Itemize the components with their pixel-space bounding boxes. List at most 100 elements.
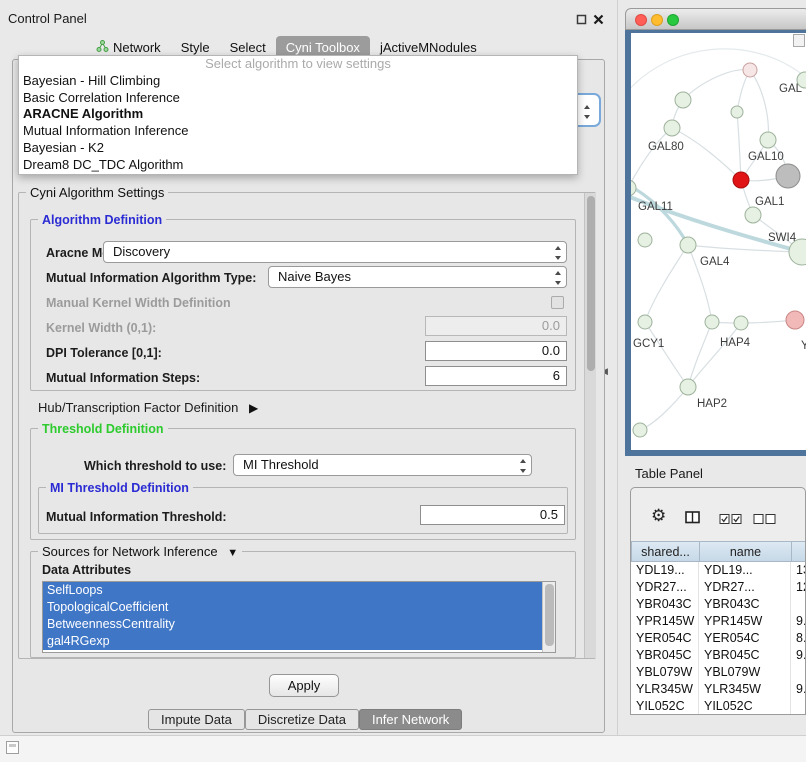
list-scrollbar[interactable] (542, 582, 555, 652)
cell[interactable]: YBR043C (631, 596, 699, 613)
close-traffic-light[interactable] (635, 14, 647, 26)
network-node-gal4[interactable] (680, 237, 696, 253)
close-icon[interactable] (593, 12, 604, 30)
cell[interactable]: YDR27... (699, 579, 791, 596)
network-scrollbar-stub[interactable] (793, 34, 805, 47)
panel-thumbnail-icon[interactable] (6, 741, 19, 754)
list-scrollbar-thumb[interactable] (545, 584, 554, 646)
network-graph[interactable]: GAL GAL80 GAL10 GAL11 GAL1 SWI4 GAL4 GCY… (631, 33, 806, 450)
table-row[interactable]: YIL052CYIL052C (631, 698, 806, 715)
network-window-titlebar[interactable] (625, 8, 806, 30)
settings-scrollbar[interactable] (584, 193, 596, 658)
tab-impute-data[interactable]: Impute Data (148, 709, 245, 730)
columns-icon[interactable] (685, 511, 701, 529)
network-node[interactable] (786, 311, 804, 329)
kernel-width-input[interactable]: 0.0 (425, 316, 567, 336)
network-node[interactable] (743, 63, 757, 77)
table-row[interactable]: YER054CYER054C8. (631, 630, 806, 647)
cell[interactable] (791, 664, 806, 681)
network-node-hap2[interactable] (680, 379, 696, 395)
minimize-traffic-light[interactable] (651, 14, 663, 26)
menu-item[interactable]: Bayesian - Hill Climbing (19, 73, 577, 90)
cell[interactable]: YBR043C (699, 596, 791, 613)
hub-tf-definition-header[interactable]: Hub/Transcription Factor Definition ▶ (38, 400, 258, 415)
cell[interactable]: YDR27... (631, 579, 699, 596)
cell[interactable]: 9. (791, 647, 806, 664)
menu-item[interactable]: Bayesian - K2 (19, 140, 577, 157)
float-window-icon[interactable] (576, 12, 587, 30)
network-node-gal1[interactable] (745, 207, 761, 223)
cell[interactable]: YPR145W (631, 613, 699, 630)
network-node[interactable] (734, 316, 748, 330)
table-row[interactable]: YLR345WYLR345W9. (631, 681, 806, 698)
cell[interactable]: YLR345W (631, 681, 699, 698)
sources-header[interactable]: Sources for Network Inference ▼ (38, 544, 242, 559)
network-node[interactable] (633, 423, 647, 437)
column-header-cut[interactable] (791, 541, 806, 562)
table-row[interactable]: YDL19...YDL19...13 (631, 562, 806, 579)
mi-threshold-input[interactable]: 0.5 (420, 505, 565, 525)
network-node[interactable] (675, 92, 691, 108)
cell[interactable]: 12 (791, 579, 806, 596)
gear-icon[interactable]: ⚙ (651, 507, 666, 524)
select-all-checkboxes-icon[interactable] (719, 512, 743, 530)
cell[interactable]: YIL052C (631, 698, 699, 715)
cell[interactable] (791, 698, 806, 715)
cell[interactable] (791, 596, 806, 613)
aracne-mode-select[interactable]: Discovery (103, 241, 567, 263)
cell[interactable]: YPR145W (699, 613, 791, 630)
cell[interactable]: YBL079W (699, 664, 791, 681)
tab-discretize-data[interactable]: Discretize Data (245, 709, 359, 730)
mi-steps-input[interactable]: 6 (425, 366, 567, 386)
network-node-gal11[interactable] (631, 180, 636, 196)
network-node[interactable] (638, 233, 652, 247)
table-row[interactable]: YPR145WYPR145W9. (631, 613, 806, 630)
menu-item[interactable]: Mutual Information Inference (19, 123, 577, 140)
network-canvas[interactable]: GAL GAL80 GAL10 GAL11 GAL1 SWI4 GAL4 GCY… (631, 33, 806, 450)
menu-item-selected[interactable]: ARACNE Algorithm (19, 106, 577, 123)
list-item[interactable]: BetweennessCentrality (43, 616, 542, 633)
column-header-shared[interactable]: shared... (631, 541, 700, 562)
column-header-name[interactable]: name (699, 541, 792, 562)
which-threshold-select[interactable]: MI Threshold (233, 454, 532, 476)
deselect-all-checkboxes-icon[interactable] (753, 512, 777, 530)
network-node-large-gray[interactable] (776, 164, 800, 188)
cell[interactable]: YLR345W (699, 681, 791, 698)
cell[interactable]: YER054C (699, 630, 791, 647)
table-row[interactable]: YBR045CYBR045C9. (631, 647, 806, 664)
cell[interactable]: YBL079W (631, 664, 699, 681)
panel-divider[interactable] (617, 0, 618, 735)
table-row[interactable]: YDR27...YDR27...12 (631, 579, 806, 596)
cell[interactable]: YBR045C (699, 647, 791, 664)
cell[interactable]: YDL19... (699, 562, 791, 579)
zoom-traffic-light[interactable] (667, 14, 679, 26)
list-item[interactable]: SelfLoops (43, 582, 542, 599)
mi-algorithm-type-select[interactable]: Naive Bayes (268, 266, 567, 288)
cell[interactable]: 8. (791, 630, 806, 647)
menu-item[interactable]: Basic Correlation Inference (19, 90, 577, 107)
network-node[interactable] (731, 106, 743, 118)
network-node-gal10[interactable] (760, 132, 776, 148)
menu-item[interactable]: Dream8 DC_TDC Algorithm (19, 157, 577, 174)
network-node-hap4[interactable] (705, 315, 719, 329)
cell[interactable]: YER054C (631, 630, 699, 647)
cell[interactable]: 9. (791, 681, 806, 698)
dpi-tolerance-input[interactable]: 0.0 (425, 341, 567, 361)
list-item[interactable]: TopologicalCoefficient (43, 599, 542, 616)
chevron-right-icon[interactable]: ▶ (249, 401, 258, 415)
triangle-down-icon[interactable]: ▼ (227, 547, 238, 559)
manual-kernel-width-checkbox[interactable] (551, 296, 564, 309)
tab-infer-network[interactable]: Infer Network (359, 709, 462, 730)
apply-button[interactable]: Apply (269, 674, 339, 697)
settings-scrollbar-thumb[interactable] (587, 196, 595, 371)
network-node-red[interactable] (733, 172, 749, 188)
cell[interactable]: 9. (791, 613, 806, 630)
table-row[interactable]: YBL079WYBL079W (631, 664, 806, 681)
cell[interactable]: 13 (791, 562, 806, 579)
cell[interactable]: YDL19... (631, 562, 699, 579)
list-item[interactable]: gal4RGexp (43, 633, 542, 650)
network-node-gcy1[interactable] (638, 315, 652, 329)
cell[interactable]: YIL052C (699, 698, 791, 715)
network-node-gal80[interactable] (664, 120, 680, 136)
data-attributes-list[interactable]: SelfLoops TopologicalCoefficient Between… (42, 581, 556, 653)
